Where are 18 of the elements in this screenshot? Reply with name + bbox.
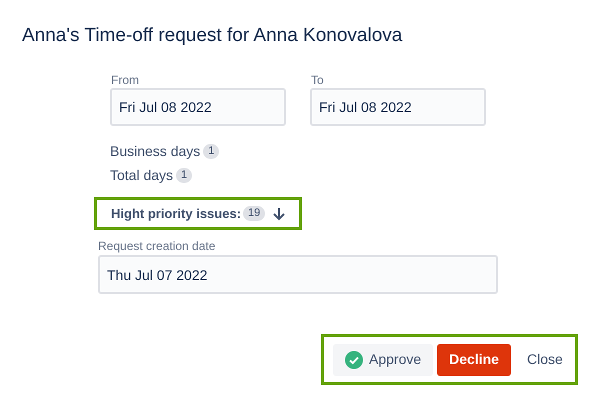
close-button[interactable]: Close <box>514 344 575 376</box>
count-badge: 1 <box>203 144 220 158</box>
decline-button[interactable]: Decline <box>437 344 511 376</box>
field-label: To <box>310 73 325 87</box>
date-field[interactable]: Fri Jul 08 2022 <box>110 88 286 126</box>
check-circle-icon <box>345 350 363 368</box>
arrow-down-icon[interactable] <box>273 206 286 220</box>
dialog-title: Anna's Time-off request for Anna Konovalova <box>22 24 404 48</box>
priority-issues-label: Hight priority issues: <box>111 204 242 223</box>
field-label: From <box>110 73 140 87</box>
date-field[interactable]: Fri Jul 08 2022 <box>310 88 486 126</box>
total-days-label: Total days <box>110 166 174 185</box>
approve-button[interactable]: Approve <box>333 344 434 376</box>
business-days-label: Business days <box>110 142 200 161</box>
count-badge: 1 <box>176 168 192 182</box>
date-field[interactable]: Thu Jul 07 2022 <box>98 255 498 294</box>
count-badge: 19 <box>243 206 266 221</box>
field-label: Request creation date <box>98 239 216 253</box>
